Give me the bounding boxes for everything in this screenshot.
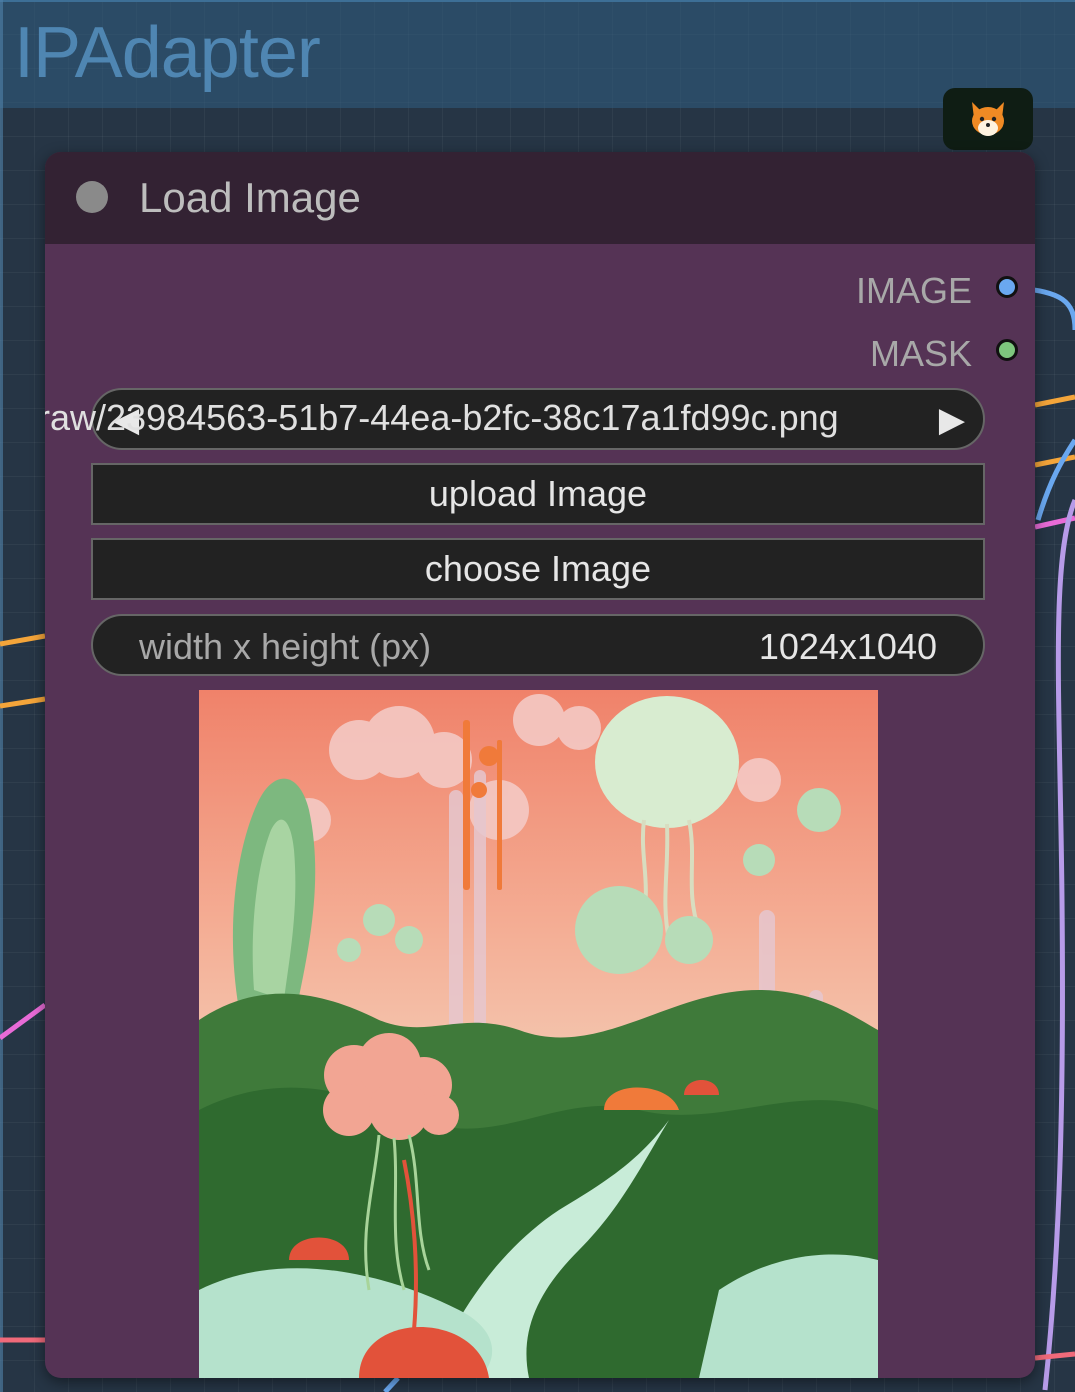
load-image-node[interactable]: Load Image IMAGE MASK ◀ ▶ ia/raw/2398456… (45, 152, 1035, 1378)
wire-red-right (1034, 1351, 1075, 1361)
wire-pink-left (0, 1002, 47, 1041)
output-label-mask: MASK (869, 333, 972, 374)
upload-image-button[interactable]: upload Image (91, 463, 985, 525)
combo-next-icon[interactable]: ▶ (939, 400, 965, 440)
node-collapse-dot[interactable] (76, 181, 108, 213)
node-title: Load Image (139, 174, 361, 221)
output-slot-image[interactable] (996, 276, 1018, 298)
size-widget[interactable]: width x height (px) 1024x1040 (91, 614, 985, 676)
size-widget-value: 1024x1040 (758, 626, 937, 667)
wire-orange-right-2 (1034, 454, 1075, 468)
size-widget-label: width x height (px) (139, 626, 432, 667)
node-title-bar[interactable]: Load Image (45, 152, 1035, 244)
wire-purple-right (1042, 499, 1075, 1391)
choose-image-button[interactable]: choose Image (91, 538, 985, 600)
wire-orange-left-2 (0, 696, 46, 709)
image-preview (199, 690, 878, 1378)
fox-icon (972, 102, 1004, 136)
output-slot-mask[interactable] (996, 339, 1018, 361)
wire-blue-bottom (383, 1376, 400, 1392)
wire-orange-right-1 (1034, 394, 1075, 408)
wire-orange-left-1 (0, 633, 46, 647)
output-label-image: IMAGE (855, 270, 972, 311)
image-combo-value: ia/raw/23984563-51b7-44ea-b2fc-38c17a1fd… (45, 397, 839, 438)
fox-badge[interactable] (943, 88, 1033, 150)
